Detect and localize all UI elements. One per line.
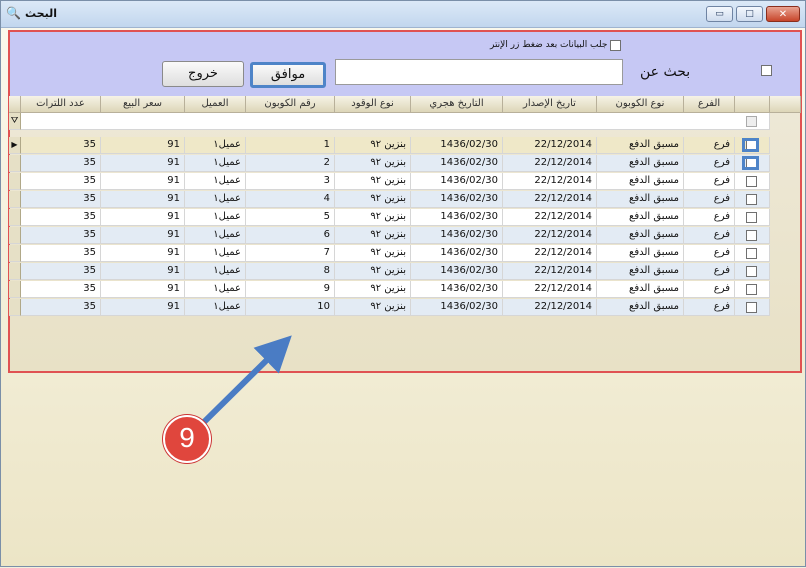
annotation-arrow — [198, 335, 292, 428]
step-number-badge: 9 — [163, 415, 211, 463]
search-window: 🔍 البحث ▭ □ ✕ جلب البيانات بعد ضغط زر ال… — [0, 0, 806, 567]
